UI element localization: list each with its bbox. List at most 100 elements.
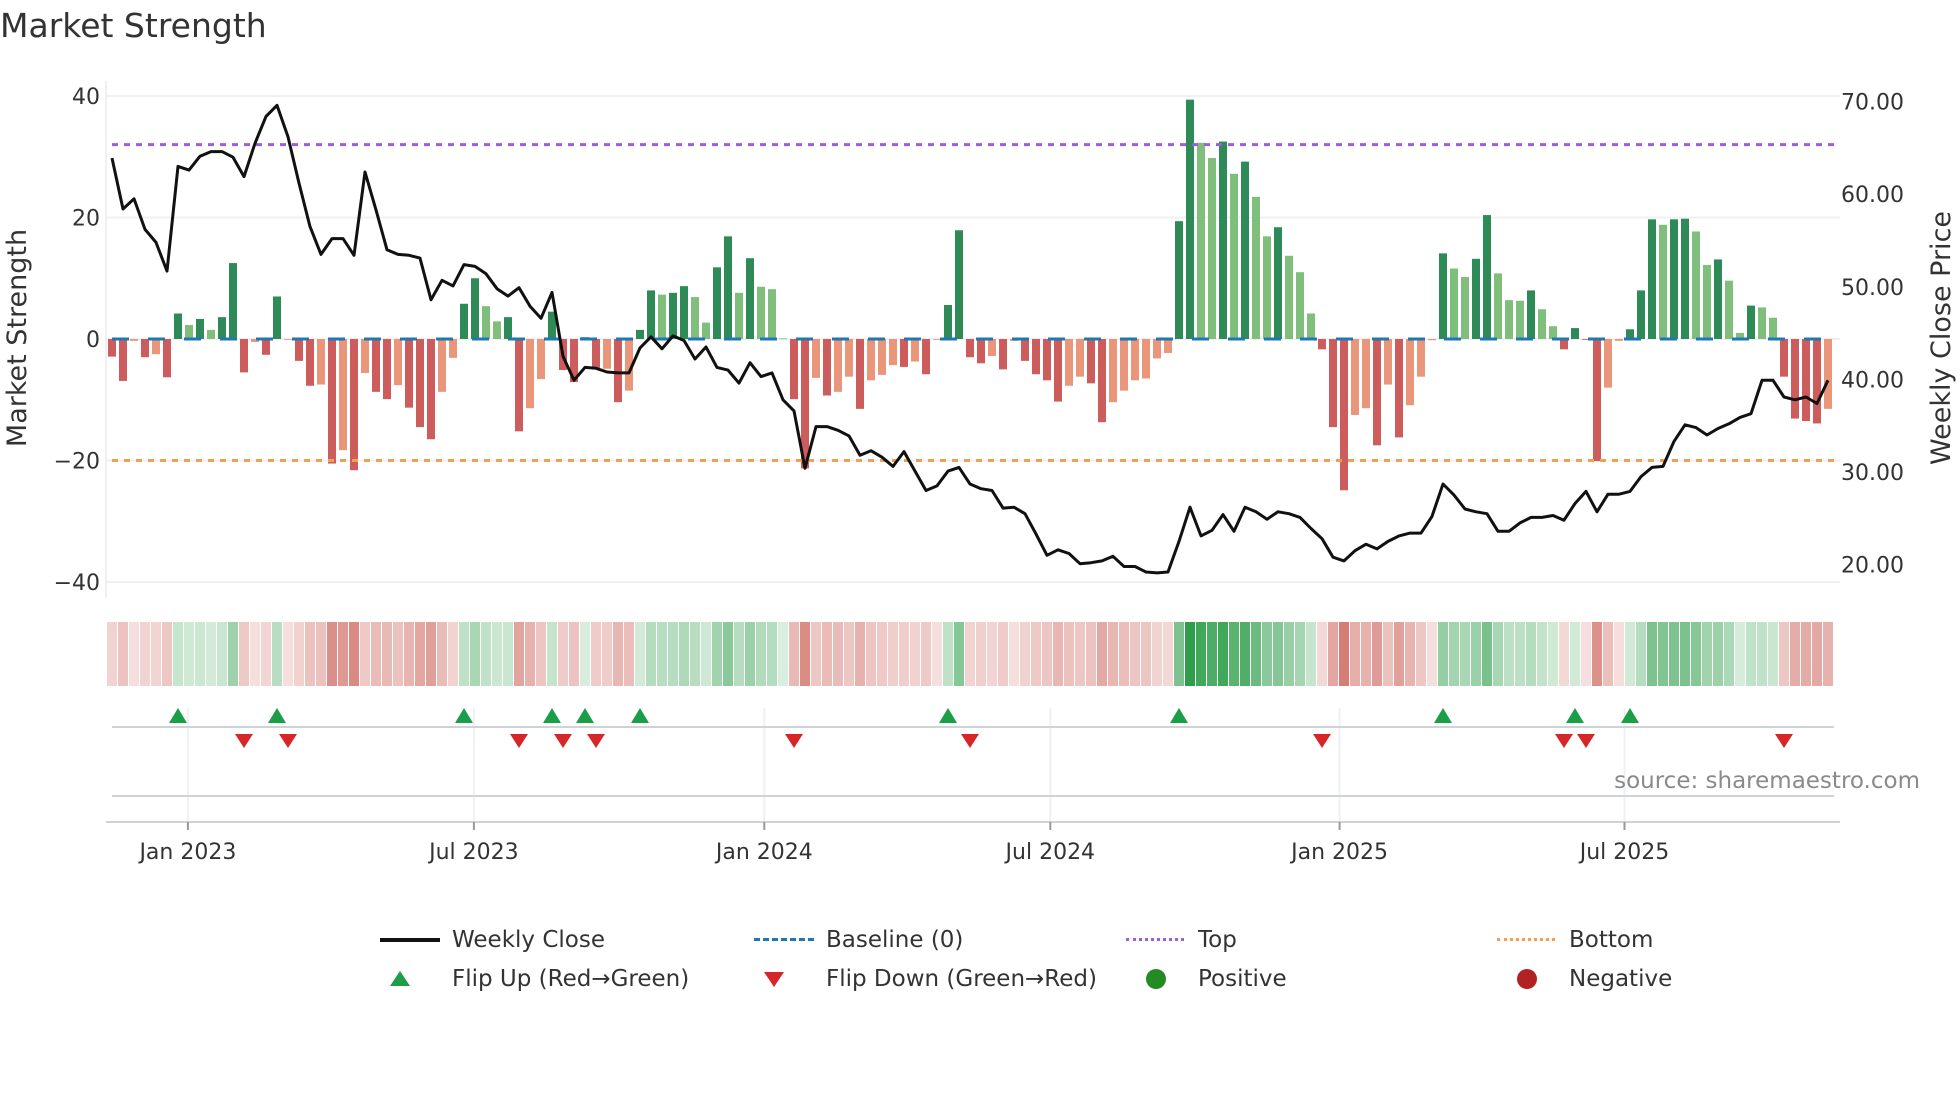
strip-cell-negative [1086,622,1096,686]
positive-bar [735,292,743,339]
y-tick-label: −20 [54,450,100,475]
positive-bar [702,322,710,339]
negative-bar [614,339,622,403]
strip-cell-negative [558,622,568,686]
strip-cell-negative [789,622,799,686]
strip-cell-negative [382,622,392,686]
strip-cell-negative [888,622,898,686]
strip-cell-positive [1306,622,1316,686]
negative-bar [603,339,611,369]
negative-bar [922,339,930,375]
positive-bar [1450,268,1458,339]
strip-cell-negative [107,622,117,686]
strip-cell-negative [536,622,546,686]
strip-cell-positive [668,622,678,686]
legend-item-negative: Negative [1497,961,1672,997]
positive-bar [680,286,688,339]
strip-cell-negative [613,622,623,686]
positive-bar [768,289,776,339]
negative-bar [834,339,842,392]
strip-cell-positive [712,622,722,686]
positive-bar [1769,317,1777,339]
legend-item-positive: Positive [1126,961,1287,997]
negative-bar [889,339,897,366]
negative-bar [1109,339,1117,403]
negative-bar [966,339,974,358]
negative-bar [515,339,523,432]
strip-cell-negative [877,622,887,686]
negative-bar [130,339,138,341]
strip-cell-positive [1713,622,1723,686]
strip-cell-negative [1141,622,1151,686]
strip-cell-negative [1108,622,1118,686]
positive-bar [207,329,215,339]
negative-bar [977,339,985,364]
strip-cell-negative [1603,622,1613,686]
flip-down-marker [961,734,979,748]
legend-item-top: Top [1126,922,1237,958]
strip-cell-positive [1746,622,1756,686]
negative-bar [1384,339,1392,385]
strip-cell-negative [338,622,348,686]
strip-cell-negative [1053,622,1063,686]
positive-bar [955,230,963,339]
legend-item-bottom: Bottom [1497,922,1653,958]
strip-cell-negative [129,622,139,686]
strip-cell-positive [1537,622,1547,686]
strip-cell-positive [1680,622,1690,686]
flip-down-marker [235,734,253,748]
negative-bar [1593,339,1601,462]
strip-cell-negative [1130,622,1140,686]
dashed-line-icon [754,930,814,950]
positive-bar [669,292,677,339]
negative-bar [295,339,303,361]
strip-cell-negative [1339,622,1349,686]
positive-bar [229,263,237,339]
negative-bar [416,339,424,428]
strip-cell-positive [1471,622,1481,686]
legend-label: Flip Down (Green→Red) [826,966,1097,992]
positive-bar [691,297,699,339]
negative-bar [350,339,358,471]
strip-cell-negative [1614,622,1624,686]
strip-cell-negative [140,622,150,686]
y-tick-label: 20 [72,207,100,232]
strip-cell-positive [1196,622,1206,686]
negative-bar [163,339,171,378]
positive-bar [493,321,501,339]
strip-cell-positive [1691,622,1701,686]
x-tick-label: Jul 2023 [427,840,519,865]
strip-cell-positive [1658,622,1668,686]
flip-up-marker [939,708,957,723]
positive-bar [460,303,468,339]
strip-cell-negative [1592,622,1602,686]
strip-cell-negative [1559,622,1569,686]
legend-label: Baseline (0) [826,927,964,953]
y2-tick-label: 70.00 [1841,91,1904,116]
negative-bar [845,339,853,377]
strip-cell-positive [1229,622,1239,686]
positive-bar [1670,219,1678,339]
positive-bar [471,278,479,339]
negative-bar [999,339,1007,370]
negative-bar [372,339,380,392]
negative-bar [1329,339,1337,428]
positive-bar [1472,258,1480,339]
strip-cell-negative [514,622,524,686]
strip-cell-positive [1174,622,1184,686]
x-tick-label: Jul 2024 [1004,840,1096,865]
negative-bar [1142,339,1150,379]
strip-cell-positive [1570,622,1580,686]
strip-cell-negative [811,622,821,686]
negative-bar [526,339,534,409]
solid-line-icon [380,930,440,950]
strip-cell-negative [1394,622,1404,686]
strip-cell-positive [1240,622,1250,686]
negative-bar [383,339,391,400]
negative-bar [317,339,325,385]
negative-bar [1604,339,1612,388]
y-tick-label: −40 [54,571,100,596]
negative-bar [1164,339,1172,353]
y2-axis-label: Weekly Close Price [1926,211,1957,465]
strip-cell-positive [1526,622,1536,686]
